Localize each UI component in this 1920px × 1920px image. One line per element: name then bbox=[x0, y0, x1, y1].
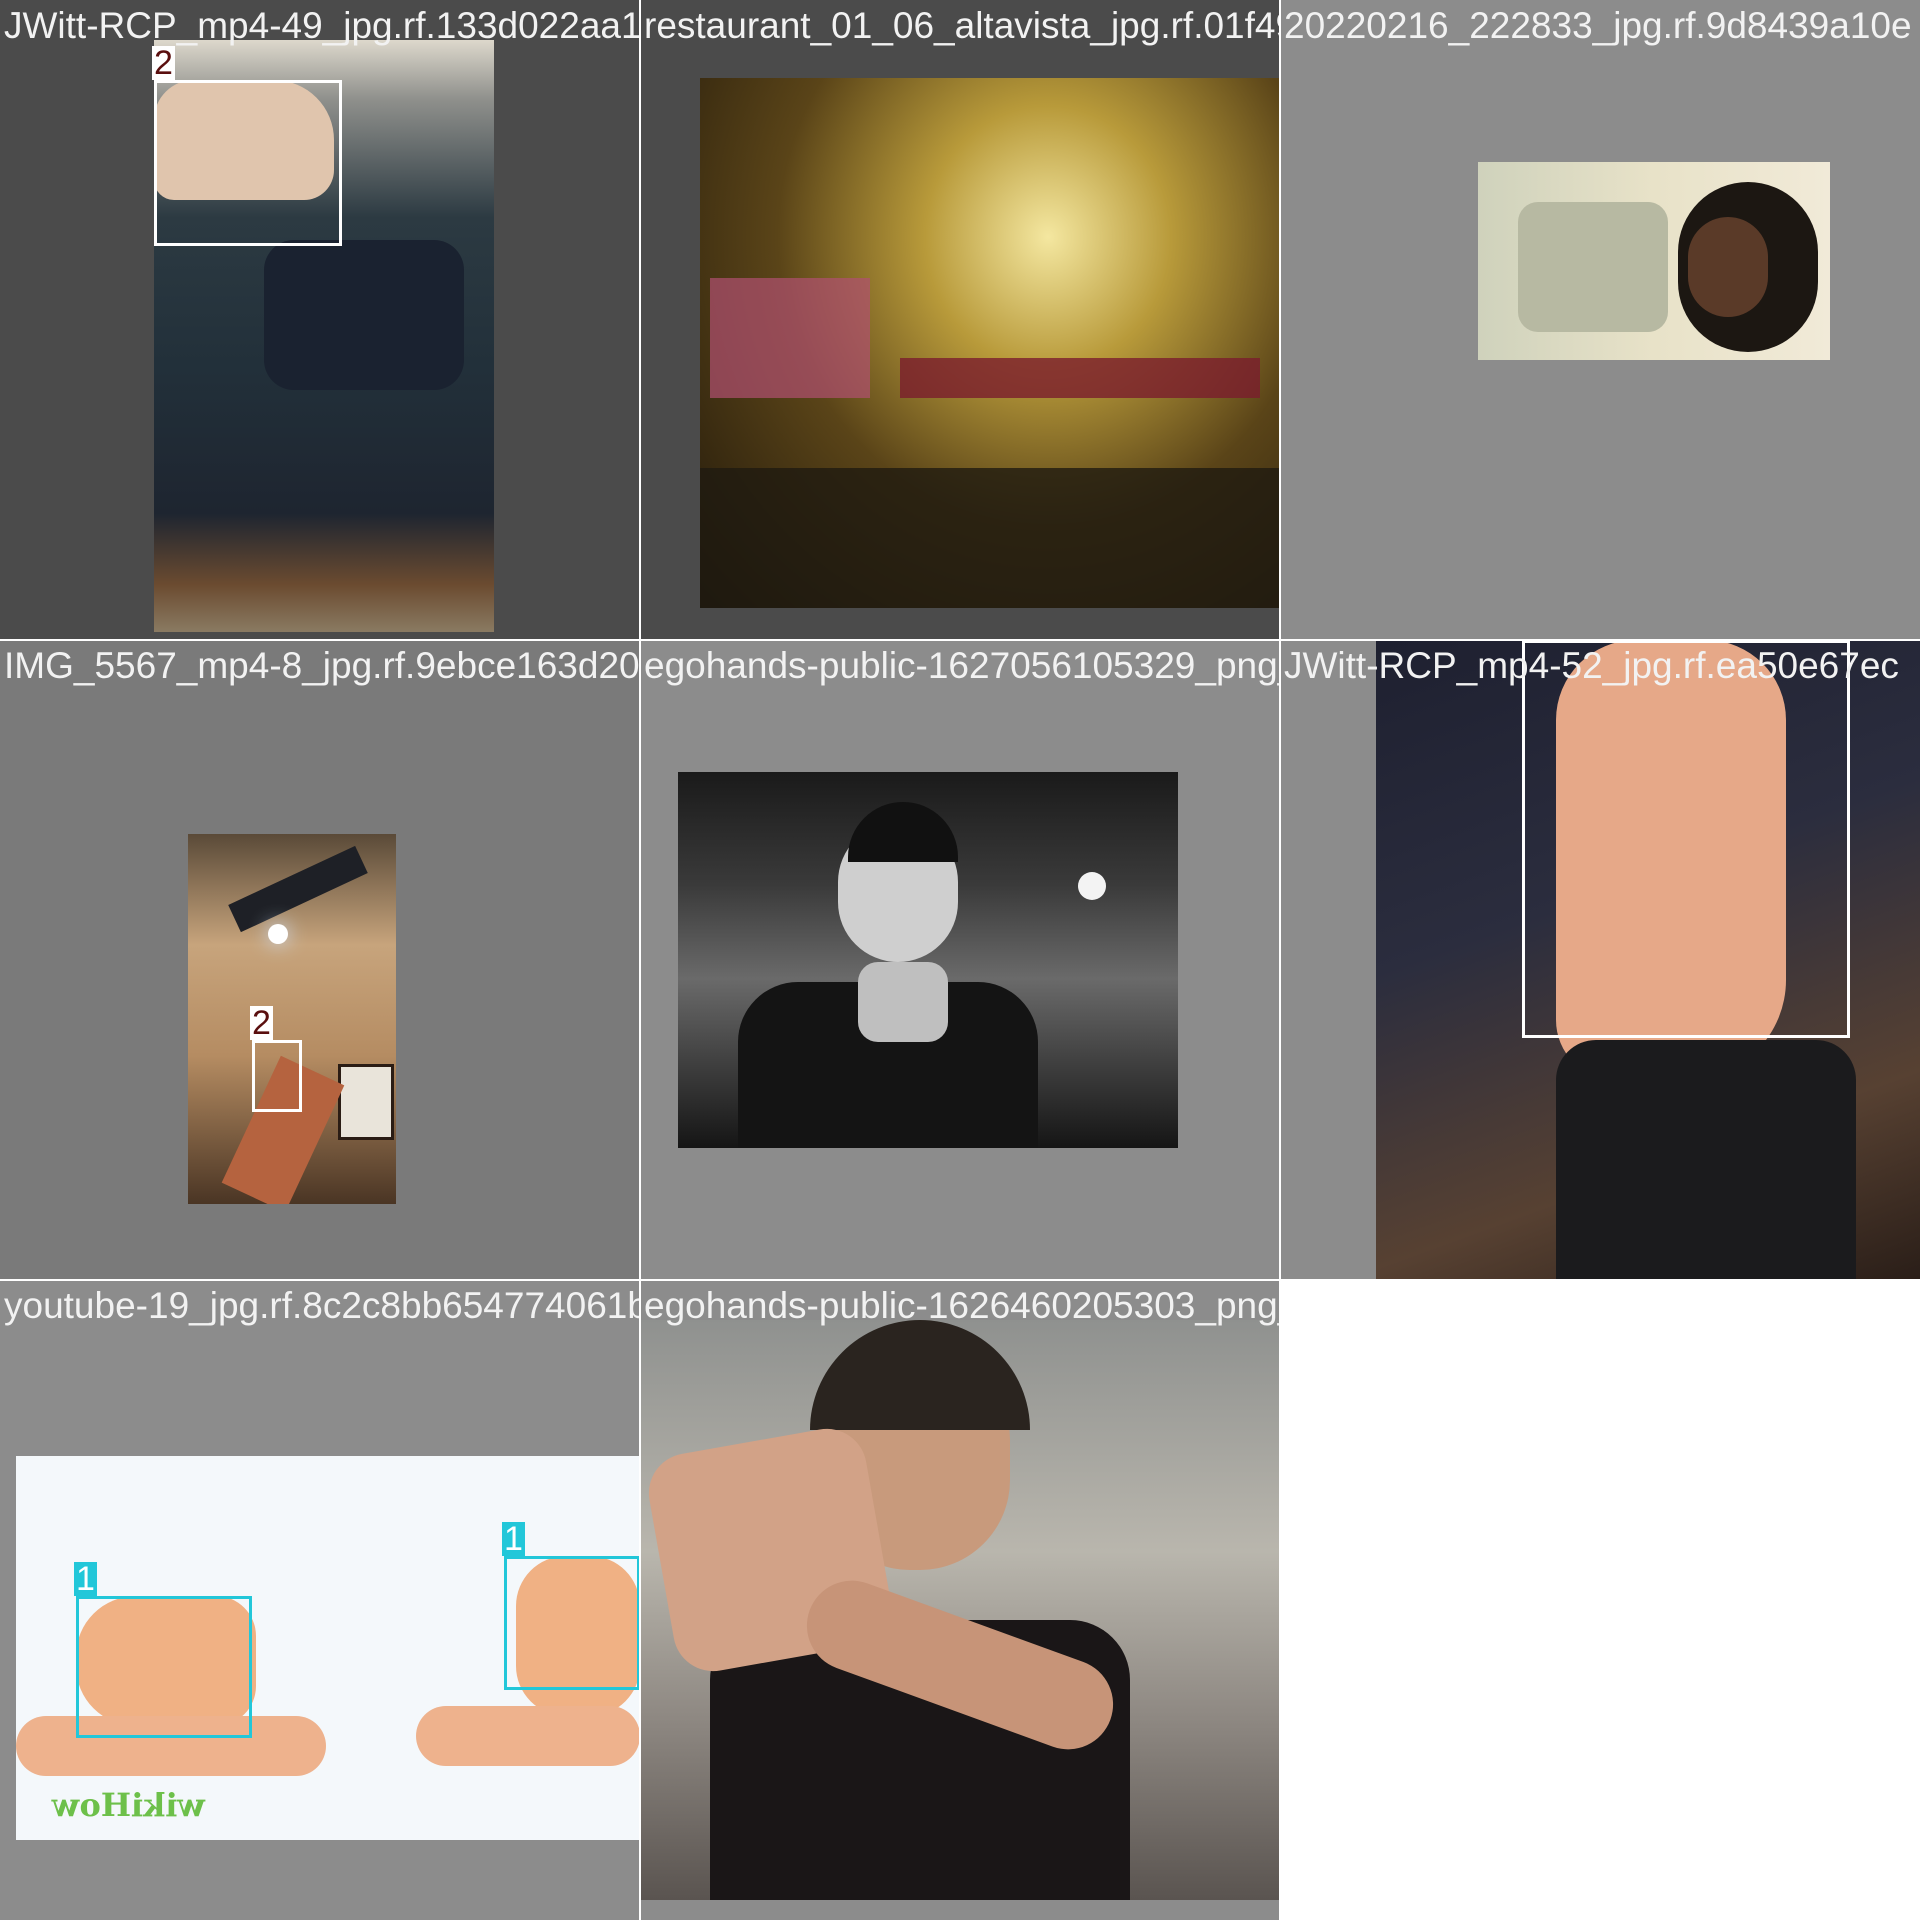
tile-empty bbox=[1280, 1280, 1920, 1920]
tile-caption: egohands-public-1627056105329_png_jpg.rf bbox=[644, 645, 1280, 686]
grid-divider bbox=[639, 0, 641, 1920]
grid-divider bbox=[0, 1279, 1920, 1281]
hair-shape bbox=[848, 802, 958, 862]
tile-5: egohands-public-1627056105329_png_jpg.rf bbox=[640, 640, 1280, 1280]
wikihow-logo: wikiHow bbox=[52, 1786, 206, 1824]
tile-2: restaurant_01_06_altavista_jpg.rf.01f490… bbox=[640, 0, 1280, 640]
class-label: 2 bbox=[152, 44, 175, 82]
table bbox=[700, 468, 1280, 608]
jacket-shape bbox=[264, 240, 464, 390]
sleeve-shape bbox=[1556, 1040, 1856, 1280]
ceiling-beam bbox=[228, 845, 368, 933]
bounding-box bbox=[1522, 640, 1850, 1038]
class-label: 2 bbox=[250, 1004, 273, 1042]
tile-caption: youtube-19_jpg.rf.8c2c8bb654774061b42b70 bbox=[4, 1285, 640, 1326]
tile-6: JWitt-RCP_mp4-52_jpg.rf.ea50e67ec 2 bbox=[1280, 640, 1920, 1280]
tile-caption: JWitt-RCP_mp4-52_jpg.rf.ea50e67ec bbox=[1284, 645, 1899, 686]
bounding-box bbox=[504, 1556, 640, 1690]
hair-shape bbox=[810, 1320, 1030, 1430]
lamp bbox=[1078, 872, 1106, 900]
tile-7: youtube-19_jpg.rf.8c2c8bb654774061b42b70… bbox=[0, 1280, 640, 1920]
grid-divider bbox=[0, 639, 1920, 641]
photo bbox=[188, 834, 396, 1204]
tile-4: IMG_5567_mp4-8_jpg.rf.9ebce163d208071a6d… bbox=[0, 640, 640, 1280]
photo bbox=[700, 78, 1280, 608]
tile-caption: egohands-public-1626460205303_png_jpg.rf bbox=[644, 1285, 1280, 1326]
mosaic-grid: JWitt-RCP_mp4-49_jpg.rf.133d022aa14cfba0… bbox=[0, 0, 1920, 1920]
class-label: 1 bbox=[74, 1560, 97, 1598]
photo bbox=[678, 772, 1178, 1148]
bounding-box bbox=[76, 1596, 252, 1738]
pink-wall bbox=[710, 278, 870, 398]
photo bbox=[640, 1320, 1280, 1900]
ceiling-light bbox=[268, 924, 288, 944]
palm-right bbox=[416, 1706, 640, 1766]
tile-3: 20220216_222833_jpg.rf.9d8439a10e bbox=[1280, 0, 1920, 640]
tile-1: JWitt-RCP_mp4-49_jpg.rf.133d022aa14cfba0… bbox=[0, 0, 640, 640]
bounding-box bbox=[154, 80, 342, 246]
shirt-shape bbox=[1518, 202, 1668, 332]
face-shape bbox=[1688, 217, 1768, 317]
wall-frame bbox=[338, 1064, 394, 1140]
class-label: 1 bbox=[502, 1520, 525, 1558]
chairs bbox=[900, 358, 1260, 398]
bounding-box bbox=[252, 1040, 302, 1112]
tile-8: egohands-public-1626460205303_png_jpg.rf bbox=[640, 1280, 1280, 1920]
tile-caption: 20220216_222833_jpg.rf.9d8439a10e bbox=[1284, 5, 1912, 46]
tile-caption: JWitt-RCP_mp4-49_jpg.rf.133d022aa14cfba0 bbox=[4, 5, 640, 46]
tile-caption: restaurant_01_06_altavista_jpg.rf.01f490… bbox=[644, 5, 1280, 46]
tile-caption: IMG_5567_mp4-8_jpg.rf.9ebce163d208071a6d bbox=[4, 645, 640, 686]
hand-shape bbox=[858, 962, 948, 1042]
photo bbox=[1478, 162, 1830, 360]
grid-divider bbox=[1279, 0, 1281, 1920]
